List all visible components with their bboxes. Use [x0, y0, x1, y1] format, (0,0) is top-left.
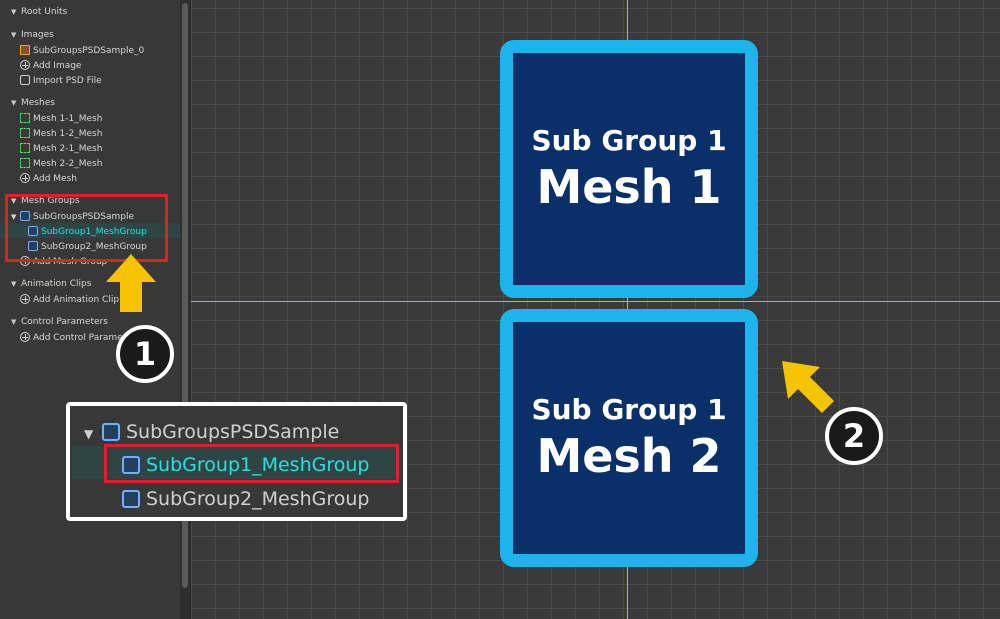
arrow-up-icon: [106, 254, 156, 312]
zoom-child: SubGroup2_MeshGroup: [122, 488, 369, 510]
import-psd-button[interactable]: Import PSD File: [20, 75, 102, 86]
add-mesh-button[interactable]: Add Mesh: [20, 173, 77, 184]
item-label: Add Image: [33, 61, 82, 71]
item-label: Import PSD File: [33, 76, 102, 86]
expand-triangle-icon: ▼: [84, 427, 94, 441]
mesh-item[interactable]: Mesh 2-1_Mesh: [20, 143, 102, 154]
mesh-icon: [20, 143, 30, 153]
section-label: Meshes: [21, 98, 55, 108]
badge-number: 2: [842, 417, 866, 455]
psd-icon: [20, 75, 30, 85]
section-images[interactable]: ▼ Images: [11, 30, 54, 40]
mesh-item[interactable]: Mesh 2-2_Mesh: [20, 158, 102, 169]
panel-scrollbar[interactable]: [180, 0, 190, 619]
section-label: Animation Clips: [21, 279, 92, 289]
mesh-item[interactable]: Mesh 1-2_Mesh: [20, 128, 102, 139]
zoom-label: SubGroup2_MeshGroup: [146, 488, 370, 510]
add-image-button[interactable]: Add Image: [20, 60, 81, 71]
plus-circle-icon: [20, 332, 30, 342]
mesh-caption-line2: Mesh 2: [536, 429, 722, 483]
section-label: Images: [21, 30, 54, 40]
image-icon: [20, 45, 30, 55]
section-label: Root Units: [21, 7, 68, 17]
mesh-icon: [20, 113, 30, 123]
section-meshes[interactable]: ▼ Meshes: [11, 98, 55, 108]
item-label: Mesh 1-1_Mesh: [33, 114, 103, 124]
section-label: Control Parameters: [21, 317, 108, 327]
mesh-1-preview[interactable]: Sub Group 1 Mesh 1: [500, 40, 758, 298]
mesh-item[interactable]: Mesh 1-1_Mesh: [20, 113, 102, 124]
plus-circle-icon: [20, 60, 30, 70]
zoom-parent-row: ▼ SubGroupsPSDSample: [84, 421, 339, 443]
mesh-2-preview[interactable]: Sub Group 1 Mesh 2: [500, 309, 758, 567]
item-label: Add Mesh: [33, 174, 77, 184]
mesh-icon: [20, 158, 30, 168]
step-badge-1: 1: [116, 325, 174, 383]
item-label: Mesh 1-2_Mesh: [33, 129, 103, 139]
workspace-canvas[interactable]: Sub Group 1 Mesh 1 Sub Group 1 Mesh 2: [191, 0, 1000, 619]
step-badge-2: 2: [825, 407, 883, 465]
section-control-parameters[interactable]: ▼ Control Parameters: [11, 317, 108, 327]
image-item[interactable]: SubGroupsPSDSample_0: [20, 45, 144, 56]
mesh-icon: [20, 128, 30, 138]
mesh-caption-line1: Sub Group 1: [531, 393, 727, 426]
highlight-box-zoom: [104, 444, 399, 483]
zoom-callout: ▼ SubGroupsPSDSample SubGroup1_MeshGroup …: [66, 402, 407, 521]
plus-circle-icon: [20, 294, 30, 304]
badge-number: 1: [133, 335, 157, 373]
item-label: Mesh 2-1_Mesh: [33, 144, 103, 154]
zoom-label: SubGroupsPSDSample: [126, 421, 340, 443]
section-animation-clips[interactable]: ▼ Animation Clips: [11, 279, 91, 289]
plus-circle-icon: [20, 173, 30, 183]
item-label: Mesh 2-2_Mesh: [33, 159, 103, 169]
item-label: SubGroupsPSDSample_0: [33, 46, 145, 56]
hierarchy-panel: ▼ Root Units ▼ Images SubGroupsPSDSample_0…: [0, 0, 191, 619]
arrow-up-left-icon: [782, 361, 834, 413]
x-axis-line: [191, 301, 1000, 302]
section-root-units[interactable]: ▼ Root Units: [11, 7, 67, 17]
mesh-group-icon: [122, 490, 140, 508]
mesh-caption-line2: Mesh 1: [536, 160, 722, 214]
mesh-group-icon: [102, 423, 120, 441]
mesh-caption-line1: Sub Group 1: [531, 124, 727, 157]
